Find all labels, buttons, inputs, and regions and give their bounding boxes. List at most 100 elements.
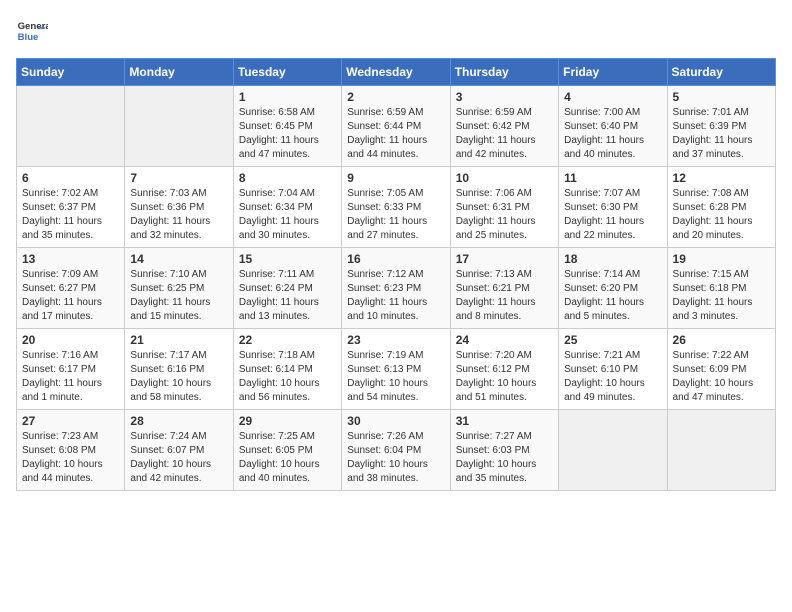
day-info: Sunrise: 7:12 AM Sunset: 6:23 PM Dayligh… bbox=[347, 268, 444, 324]
day-number: 29 bbox=[239, 414, 336, 428]
day-number: 15 bbox=[239, 252, 336, 266]
svg-text:General: General bbox=[18, 21, 48, 32]
day-info: Sunrise: 7:07 AM Sunset: 6:30 PM Dayligh… bbox=[564, 187, 661, 243]
calendar-cell: 18 Sunrise: 7:14 AM Sunset: 6:20 PM Dayli… bbox=[559, 248, 667, 329]
day-header-friday: Friday bbox=[559, 59, 667, 86]
day-info: Sunrise: 7:25 AM Sunset: 6:05 PM Dayligh… bbox=[239, 430, 336, 486]
day-number: 28 bbox=[130, 414, 227, 428]
day-info: Sunrise: 7:15 AM Sunset: 6:18 PM Dayligh… bbox=[673, 268, 770, 324]
calendar-cell: 28 Sunrise: 7:24 AM Sunset: 6:07 PM Dayli… bbox=[125, 410, 233, 491]
day-number: 20 bbox=[22, 333, 119, 347]
page-header: General Blue bbox=[16, 16, 776, 48]
day-info: Sunrise: 7:02 AM Sunset: 6:37 PM Dayligh… bbox=[22, 187, 119, 243]
day-number: 16 bbox=[347, 252, 444, 266]
day-info: Sunrise: 7:20 AM Sunset: 6:12 PM Dayligh… bbox=[456, 349, 553, 405]
day-info: Sunrise: 6:59 AM Sunset: 6:42 PM Dayligh… bbox=[456, 106, 553, 162]
day-header-tuesday: Tuesday bbox=[233, 59, 341, 86]
day-info: Sunrise: 7:18 AM Sunset: 6:14 PM Dayligh… bbox=[239, 349, 336, 405]
day-info: Sunrise: 7:23 AM Sunset: 6:08 PM Dayligh… bbox=[22, 430, 119, 486]
day-info: Sunrise: 7:17 AM Sunset: 6:16 PM Dayligh… bbox=[130, 349, 227, 405]
day-number: 2 bbox=[347, 90, 444, 104]
calendar-cell: 3 Sunrise: 6:59 AM Sunset: 6:42 PM Daylig… bbox=[450, 86, 558, 167]
calendar-cell: 22 Sunrise: 7:18 AM Sunset: 6:14 PM Dayli… bbox=[233, 329, 341, 410]
calendar-cell bbox=[125, 86, 233, 167]
calendar-cell: 24Sunrise: 7:20 AM Sunset: 6:12 PM Dayli… bbox=[450, 329, 558, 410]
day-number: 27 bbox=[22, 414, 119, 428]
day-number: 30 bbox=[347, 414, 444, 428]
svg-text:Blue: Blue bbox=[18, 32, 39, 43]
day-info: Sunrise: 6:59 AM Sunset: 6:44 PM Dayligh… bbox=[347, 106, 444, 162]
week-row-3: 13 Sunrise: 7:09 AM Sunset: 6:27 PM Dayli… bbox=[17, 248, 776, 329]
day-info: Sunrise: 7:04 AM Sunset: 6:34 PM Dayligh… bbox=[239, 187, 336, 243]
day-number: 17 bbox=[456, 252, 553, 266]
day-info: Sunrise: 7:19 AM Sunset: 6:13 PM Dayligh… bbox=[347, 349, 444, 405]
day-info: Sunrise: 6:58 AM Sunset: 6:45 PM Dayligh… bbox=[239, 106, 336, 162]
calendar-cell: 25Sunrise: 7:21 AM Sunset: 6:10 PM Dayli… bbox=[559, 329, 667, 410]
day-number: 5 bbox=[673, 90, 770, 104]
calendar-cell: 31Sunrise: 7:27 AM Sunset: 6:03 PM Dayli… bbox=[450, 410, 558, 491]
calendar-cell: 10 Sunrise: 7:06 AM Sunset: 6:31 PM Dayli… bbox=[450, 167, 558, 248]
day-info: Sunrise: 7:06 AM Sunset: 6:31 PM Dayligh… bbox=[456, 187, 553, 243]
day-number: 31 bbox=[456, 414, 553, 428]
header-row: SundayMondayTuesdayWednesdayThursdayFrid… bbox=[17, 59, 776, 86]
calendar-cell: 6 Sunrise: 7:02 AM Sunset: 6:37 PM Daylig… bbox=[17, 167, 125, 248]
day-number: 4 bbox=[564, 90, 661, 104]
calendar-cell: 16 Sunrise: 7:12 AM Sunset: 6:23 PM Dayli… bbox=[342, 248, 450, 329]
calendar-cell: 14 Sunrise: 7:10 AM Sunset: 6:25 PM Dayli… bbox=[125, 248, 233, 329]
day-header-monday: Monday bbox=[125, 59, 233, 86]
calendar-cell bbox=[559, 410, 667, 491]
day-number: 9 bbox=[347, 171, 444, 185]
day-header-wednesday: Wednesday bbox=[342, 59, 450, 86]
day-info: Sunrise: 7:11 AM Sunset: 6:24 PM Dayligh… bbox=[239, 268, 336, 324]
day-number: 23 bbox=[347, 333, 444, 347]
day-number: 3 bbox=[456, 90, 553, 104]
day-number: 12 bbox=[673, 171, 770, 185]
day-header-saturday: Saturday bbox=[667, 59, 775, 86]
calendar-cell: 1 Sunrise: 6:58 AM Sunset: 6:45 PM Daylig… bbox=[233, 86, 341, 167]
calendar-cell: 8 Sunrise: 7:04 AM Sunset: 6:34 PM Daylig… bbox=[233, 167, 341, 248]
day-info: Sunrise: 7:24 AM Sunset: 6:07 PM Dayligh… bbox=[130, 430, 227, 486]
calendar-cell: 13 Sunrise: 7:09 AM Sunset: 6:27 PM Dayli… bbox=[17, 248, 125, 329]
day-info: Sunrise: 7:05 AM Sunset: 6:33 PM Dayligh… bbox=[347, 187, 444, 243]
day-number: 10 bbox=[456, 171, 553, 185]
day-info: Sunrise: 7:14 AM Sunset: 6:20 PM Dayligh… bbox=[564, 268, 661, 324]
day-number: 25 bbox=[564, 333, 661, 347]
day-info: Sunrise: 7:10 AM Sunset: 6:25 PM Dayligh… bbox=[130, 268, 227, 324]
day-number: 11 bbox=[564, 171, 661, 185]
calendar-cell: 11 Sunrise: 7:07 AM Sunset: 6:30 PM Dayli… bbox=[559, 167, 667, 248]
day-number: 6 bbox=[22, 171, 119, 185]
day-number: 22 bbox=[239, 333, 336, 347]
calendar-cell: 27 Sunrise: 7:23 AM Sunset: 6:08 PM Dayli… bbox=[17, 410, 125, 491]
day-info: Sunrise: 7:03 AM Sunset: 6:36 PM Dayligh… bbox=[130, 187, 227, 243]
day-number: 1 bbox=[239, 90, 336, 104]
day-info: Sunrise: 7:26 AM Sunset: 6:04 PM Dayligh… bbox=[347, 430, 444, 486]
week-row-2: 6 Sunrise: 7:02 AM Sunset: 6:37 PM Daylig… bbox=[17, 167, 776, 248]
day-info: Sunrise: 7:08 AM Sunset: 6:28 PM Dayligh… bbox=[673, 187, 770, 243]
calendar-cell bbox=[667, 410, 775, 491]
day-info: Sunrise: 7:13 AM Sunset: 6:21 PM Dayligh… bbox=[456, 268, 553, 324]
calendar-cell: 19 Sunrise: 7:15 AM Sunset: 6:18 PM Dayli… bbox=[667, 248, 775, 329]
logo-icon: General Blue bbox=[16, 16, 48, 48]
day-number: 13 bbox=[22, 252, 119, 266]
day-number: 18 bbox=[564, 252, 661, 266]
day-number: 21 bbox=[130, 333, 227, 347]
calendar-cell: 21 Sunrise: 7:17 AM Sunset: 6:16 PM Dayli… bbox=[125, 329, 233, 410]
day-number: 14 bbox=[130, 252, 227, 266]
week-row-5: 27 Sunrise: 7:23 AM Sunset: 6:08 PM Dayli… bbox=[17, 410, 776, 491]
calendar-cell: 23 Sunrise: 7:19 AM Sunset: 6:13 PM Dayli… bbox=[342, 329, 450, 410]
calendar-cell: 5 Sunrise: 7:01 AM Sunset: 6:39 PM Daylig… bbox=[667, 86, 775, 167]
calendar-cell: 29 Sunrise: 7:25 AM Sunset: 6:05 PM Dayli… bbox=[233, 410, 341, 491]
calendar-cell: 7Sunrise: 7:03 AM Sunset: 6:36 PM Daylig… bbox=[125, 167, 233, 248]
week-row-1: 1 Sunrise: 6:58 AM Sunset: 6:45 PM Daylig… bbox=[17, 86, 776, 167]
day-header-sunday: Sunday bbox=[17, 59, 125, 86]
calendar-cell: 12 Sunrise: 7:08 AM Sunset: 6:28 PM Dayli… bbox=[667, 167, 775, 248]
calendar-cell: 2 Sunrise: 6:59 AM Sunset: 6:44 PM Daylig… bbox=[342, 86, 450, 167]
day-info: Sunrise: 7:00 AM Sunset: 6:40 PM Dayligh… bbox=[564, 106, 661, 162]
day-info: Sunrise: 7:01 AM Sunset: 6:39 PM Dayligh… bbox=[673, 106, 770, 162]
day-number: 8 bbox=[239, 171, 336, 185]
calendar-table: SundayMondayTuesdayWednesdayThursdayFrid… bbox=[16, 58, 776, 491]
day-info: Sunrise: 7:09 AM Sunset: 6:27 PM Dayligh… bbox=[22, 268, 119, 324]
day-number: 19 bbox=[673, 252, 770, 266]
calendar-cell: 15 Sunrise: 7:11 AM Sunset: 6:24 PM Dayli… bbox=[233, 248, 341, 329]
calendar-cell: 17 Sunrise: 7:13 AM Sunset: 6:21 PM Dayli… bbox=[450, 248, 558, 329]
